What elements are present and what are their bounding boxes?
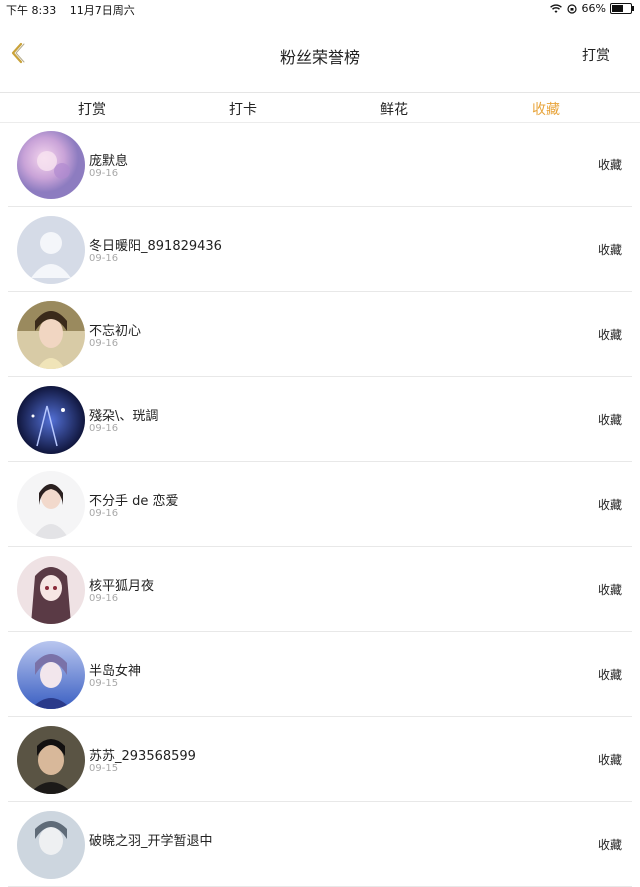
battery-level — [612, 5, 623, 12]
avatar — [17, 216, 85, 284]
reward-button[interactable]: 打赏 — [582, 45, 610, 65]
status-right: 66% — [545, 2, 634, 15]
list-item[interactable]: 冬日暖阳_891829436 09-16 收藏 — [8, 207, 632, 292]
list-item[interactable]: 半岛女神 09-15 收藏 — [8, 632, 632, 717]
tab-favorites[interactable]: 收藏 — [516, 99, 576, 119]
tab-flowers[interactable]: 鲜花 — [364, 99, 424, 119]
battery-percent: 66% — [581, 2, 606, 15]
status-bar: 下午 8:33 11月7日周六 66% — [0, 0, 640, 18]
favorite-label: 收藏 — [597, 413, 622, 427]
avatar — [17, 556, 85, 624]
list-item[interactable]: 不忘初心 09-16 收藏 — [8, 292, 632, 377]
user-name: 破晓之羽_开学暂退中 — [89, 834, 213, 849]
user-name: 苏苏_293568599 — [89, 749, 196, 764]
status-date: 11月7日周六 — [69, 4, 135, 17]
avatar — [17, 811, 85, 879]
list-item[interactable]: 殘朶\、珖調 09-16 收藏 — [8, 377, 632, 462]
favorite-label: 收藏 — [597, 838, 622, 852]
list-item[interactable]: 不分手 de 恋爱 09-16 收藏 — [8, 462, 632, 547]
tab-bar: 打赏 打卡 鲜花 收藏 — [0, 93, 640, 123]
favorite-label: 收藏 — [597, 583, 622, 597]
user-name: 冬日暖阳_891829436 — [89, 239, 222, 254]
status-time: 下午 8:33 — [6, 4, 57, 17]
favorite-date: 09-16 — [89, 168, 119, 179]
avatar — [17, 726, 85, 794]
favorite-date: 09-15 — [89, 763, 119, 774]
favorite-label: 收藏 — [597, 158, 622, 172]
favorite-date: 09-15 — [89, 678, 119, 689]
orientation-lock-icon — [566, 3, 577, 14]
favorite-date: 09-16 — [89, 338, 119, 349]
avatar — [17, 301, 85, 369]
list-item[interactable]: 庞默息 09-16 收藏 — [8, 122, 632, 207]
favorite-label: 收藏 — [597, 328, 622, 342]
list-item[interactable]: 苏苏_293568599 09-15 收藏 — [8, 717, 632, 802]
list-item[interactable]: 破晓之羽_开学暂退中 收藏 — [8, 802, 632, 887]
battery-icon — [610, 3, 634, 14]
tab-reward[interactable]: 打赏 — [62, 99, 122, 119]
user-name: 不忘初心 — [89, 324, 142, 339]
avatar — [17, 386, 85, 454]
user-name: 不分手 de 恋爱 — [89, 494, 179, 509]
favorite-date: 09-16 — [89, 508, 119, 519]
status-left: 下午 8:33 11月7日周六 — [6, 2, 145, 18]
avatar — [17, 131, 85, 199]
favorite-label: 收藏 — [597, 243, 622, 257]
favorite-date: 09-16 — [89, 253, 119, 264]
list-item[interactable]: 核平狐月夜 09-16 收藏 — [8, 547, 632, 632]
favorite-date: 09-16 — [89, 423, 119, 434]
avatar — [17, 471, 85, 539]
user-name: 半岛女神 — [89, 664, 142, 679]
tab-checkin[interactable]: 打卡 — [213, 99, 273, 119]
favorite-label: 收藏 — [597, 753, 622, 767]
user-name: 核平狐月夜 — [89, 579, 155, 594]
fan-list: 庞默息 09-16 收藏 冬日暖阳_891829436 09-16 收藏 不忘初… — [0, 122, 640, 887]
user-name: 庞默息 — [89, 154, 129, 169]
user-name: 殘朶\、珖調 — [89, 409, 159, 424]
favorite-label: 收藏 — [597, 498, 622, 512]
avatar — [17, 641, 85, 709]
favorite-date: 09-16 — [89, 593, 119, 604]
wifi-icon — [549, 3, 562, 13]
page-title: 粉丝荣誉榜 — [279, 48, 360, 67]
navigation-bar: 粉丝荣誉榜 打赏 — [0, 18, 640, 93]
favorite-label: 收藏 — [597, 668, 622, 682]
